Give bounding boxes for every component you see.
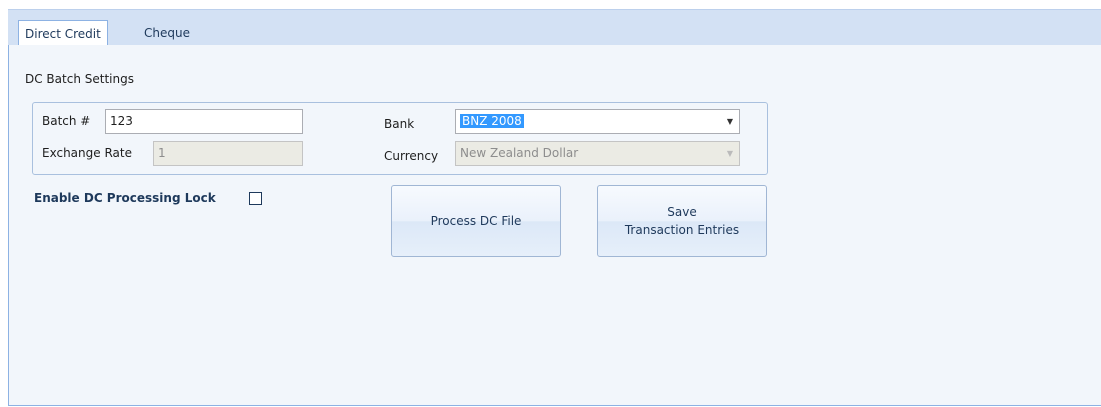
tab-direct-credit[interactable]: Direct Credit [18,20,108,47]
exchange-rate-label: Exchange Rate [42,146,132,160]
bank-combobox[interactable]: BNZ 2008 ▼ [455,109,740,134]
currency-combobox[interactable]: New Zealand Dollar ▼ [455,141,740,166]
processing-lock-checkbox[interactable] [249,192,262,205]
processing-lock-label: Enable DC Processing Lock [34,191,216,205]
chevron-down-icon: ▼ [726,149,734,158]
bank-label: Bank [384,117,415,131]
currency-selected-value: New Zealand Dollar [460,146,579,160]
save-transaction-entries-button[interactable]: Save Transaction Entries [597,185,767,257]
chevron-down-icon[interactable]: ▼ [721,110,739,133]
batch-label: Batch # [42,114,91,128]
tab-cheque[interactable]: Cheque [138,20,196,46]
process-dc-file-label: Process DC File [430,214,522,228]
section-title: DC Batch Settings [25,72,134,86]
currency-label: Currency [384,149,439,163]
bank-selected-value: BNZ 2008 [460,114,524,128]
direct-credit-panel: DC Batch Settings Batch # 123 Exchange R… [8,45,1101,406]
batch-input[interactable]: 123 [105,109,303,134]
process-dc-file-button[interactable]: Process DC File [391,185,561,257]
exchange-rate-input[interactable]: 1 [153,141,303,166]
save-label-line2: Transaction Entries [624,223,740,237]
app-window: Direct Credit Cheque DC Batch Settings B… [0,0,1101,407]
save-label-line1: Save [667,205,697,219]
tab-strip: Direct Credit Cheque [8,9,1101,47]
